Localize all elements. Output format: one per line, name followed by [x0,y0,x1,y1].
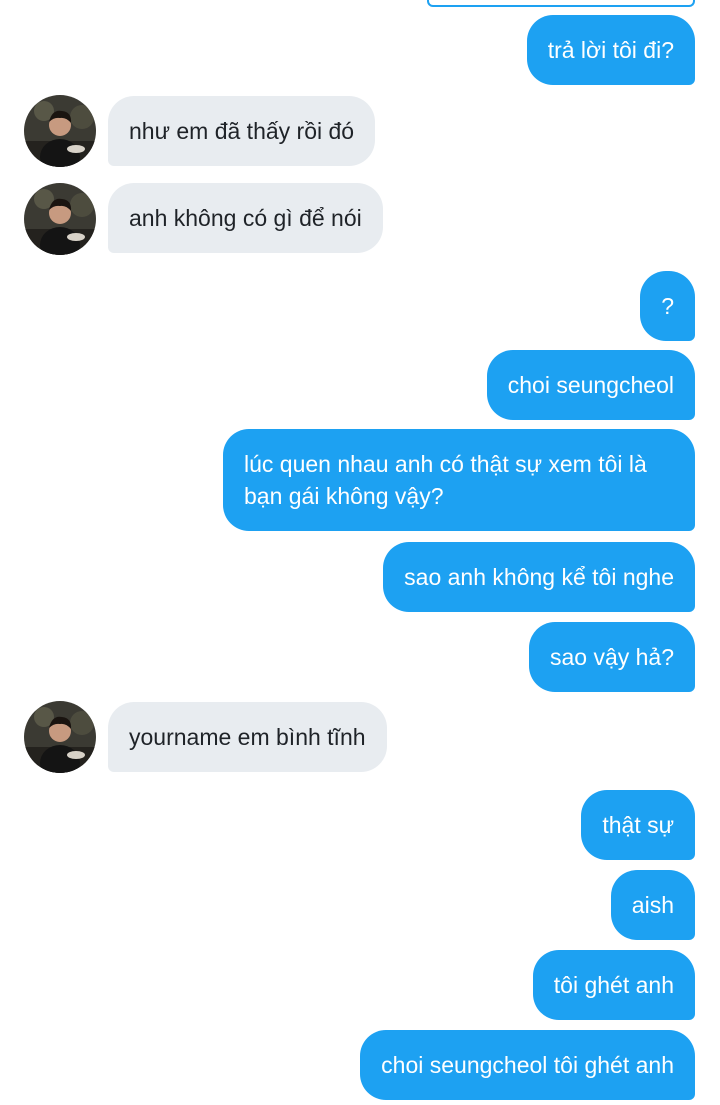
avatar-photo-icon [24,95,96,167]
sender-avatar[interactable] [24,701,96,773]
sent-message-bubble[interactable]: lúc quen nhau anh có thật sự xem tôi là … [223,429,695,531]
sent-message-bubble[interactable]: choi seungcheol tôi ghét anh [360,1030,695,1100]
avatar-photo-icon [24,701,96,773]
sent-message-bubble[interactable]: sao anh không kể tôi nghe [383,542,695,612]
sent-message-bubble[interactable]: ? [640,271,695,341]
sent-message-bubble[interactable]: trả lời tôi đi? [526,15,695,85]
previous-message-edge [427,0,695,7]
sent-message-bubble[interactable]: choi seungcheol [486,350,695,420]
sent-message-bubble[interactable]: tôi ghét anh [532,950,695,1020]
received-message-bubble[interactable]: yourname em bình tĩnh [108,702,387,772]
sent-message-bubble[interactable]: sao vậy hả? [528,622,695,692]
sender-avatar[interactable] [24,183,96,255]
received-message-bubble[interactable]: anh không có gì để nói [108,183,383,253]
sent-message-bubble[interactable]: thật sự [581,790,695,860]
sender-avatar[interactable] [24,95,96,167]
avatar-photo-icon [24,183,96,255]
received-message-bubble[interactable]: như em đã thấy rồi đó [108,96,376,166]
sent-message-bubble[interactable]: aish [610,870,695,940]
